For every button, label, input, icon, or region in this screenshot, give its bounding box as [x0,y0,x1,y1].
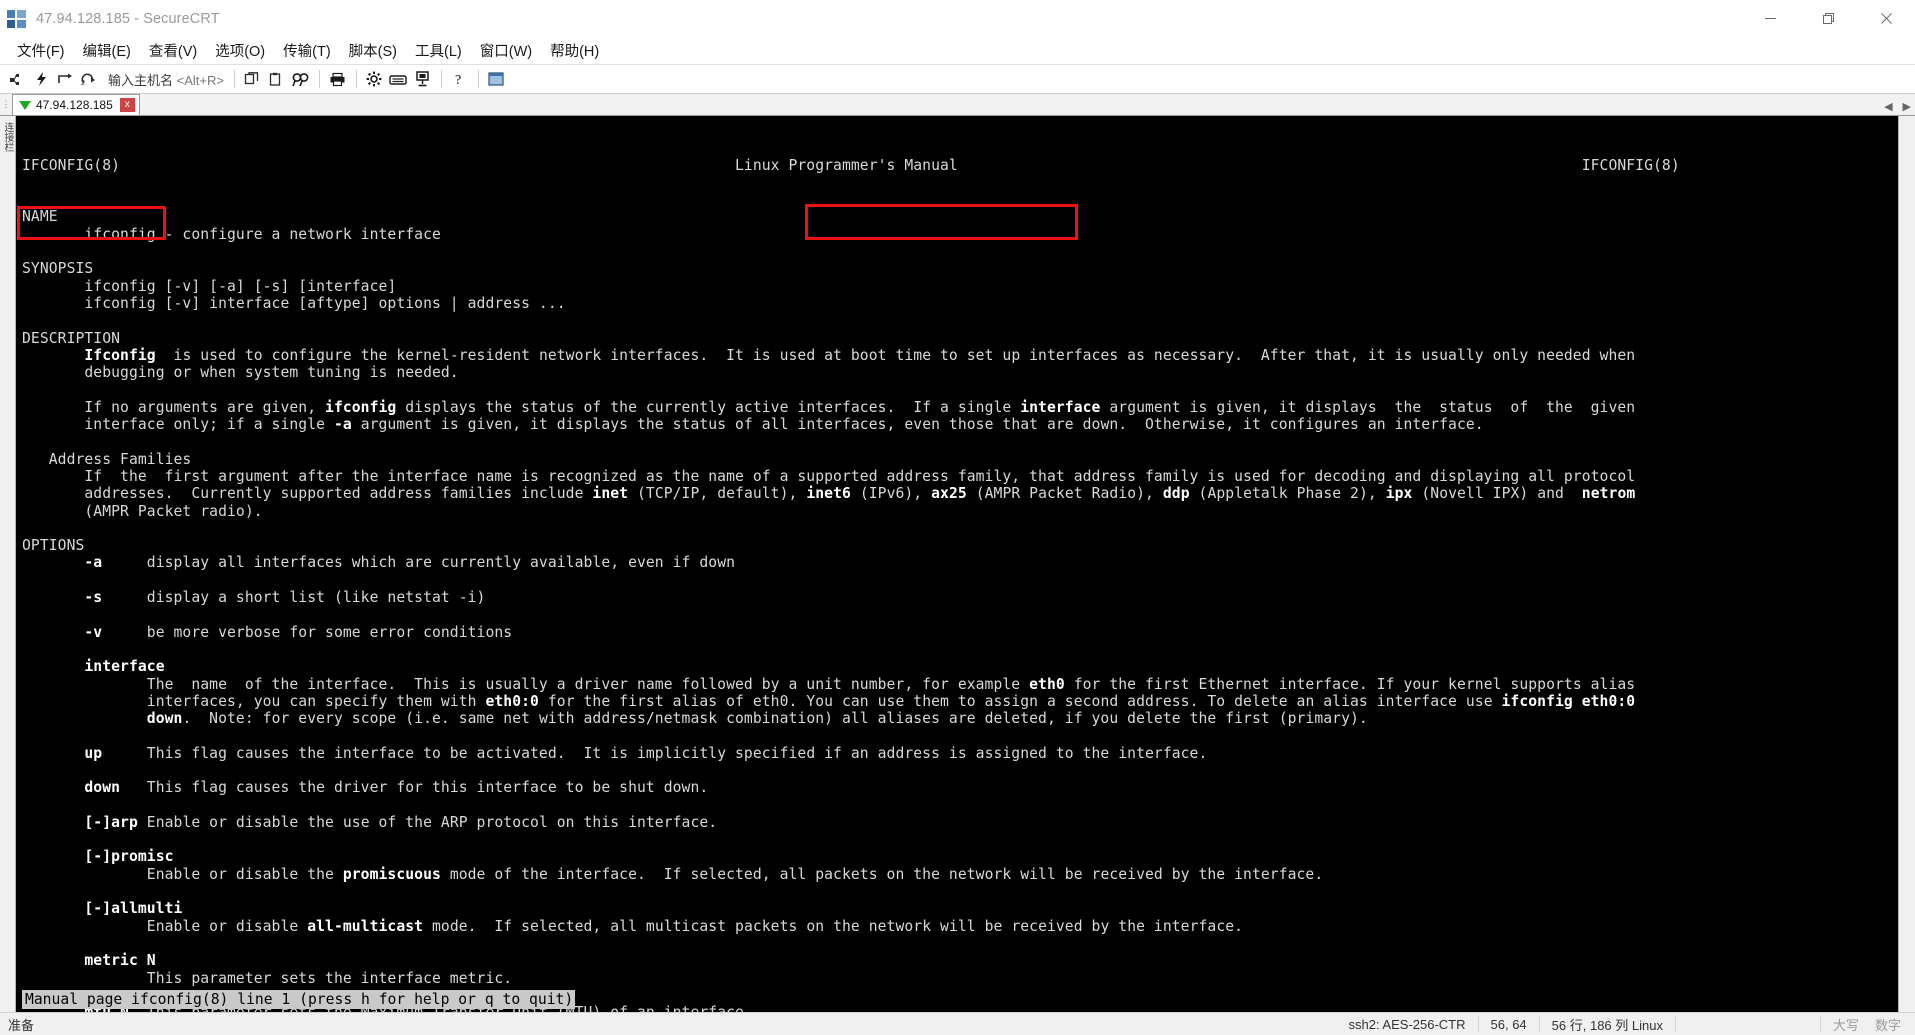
tab-strip: ⋮ 47.94.128.185 x ◀ ▶ [0,94,1915,116]
host-input-label: 输入主机名 [108,72,174,88]
reconnect-all-icon[interactable]: 2 [78,68,101,91]
session-manager-sidebar[interactable]: 连接栏 [0,116,16,1012]
keymap-icon[interactable] [387,68,410,91]
session-tab[interactable]: 47.94.128.185 x [12,94,140,115]
terminal-screen[interactable]: IFCONFIG(8) Linux Programmer's Manual IF… [16,116,1898,1012]
session-tab-label: 47.94.128.185 [36,98,113,112]
terminal-area: 连接栏 IFCONFIG(8) Linux Programmer's Manua… [0,116,1915,1012]
securecrt-app-icon [7,9,27,29]
status-caps-lock: 大写 [1819,1016,1871,1033]
log-session-icon[interactable] [411,68,434,91]
menu-file[interactable]: 文件(F) [8,38,74,64]
close-button[interactable] [1857,0,1915,37]
securecrt-window: 47.94.128.185 - SecureCRT 文件(F) 编辑(E) 查看… [0,0,1915,1035]
toolbar-separator-3 [355,70,357,88]
print-icon[interactable] [326,68,349,91]
minimize-button[interactable] [1741,0,1799,37]
host-input[interactable]: 输入主机名 <Alt+R> [108,70,224,89]
help-icon[interactable]: ? [448,68,471,91]
tab-strip-grip: ⋮ [0,94,12,115]
paste-icon[interactable] [265,68,288,91]
menu-script[interactable]: 脚本(S) [340,38,406,64]
menu-tools[interactable]: 工具(L) [406,38,471,64]
menu-window[interactable]: 窗口(W) [471,38,541,64]
status-spacer [1674,1016,1820,1032]
status-bar: 准备 ssh2: AES-256-CTR 56, 64 56 行, 186 列 … [0,1012,1915,1035]
man-body: NAME ifconfig - configure a network inte… [22,208,1636,1012]
reconnect-icon[interactable] [54,68,77,91]
terminal-text: IFCONFIG(8) Linux Programmer's Manual IF… [16,116,1898,1012]
toolbar-separator-1 [233,70,235,88]
toolbar-separator-5 [477,70,479,88]
status-terminal-size: 56 行, 186 列 Linux [1538,1016,1675,1033]
menu-help[interactable]: 帮助(H) [541,38,608,64]
tab-strip-scroll-controls: ◀ ▶ [1884,100,1911,113]
svg-text:?: ? [455,73,461,87]
new-session-icon[interactable] [6,68,29,91]
menu-transfer[interactable]: 传输(T) [274,38,340,64]
status-ready: 准备 [8,1017,35,1033]
menu-bar: 文件(F) 编辑(E) 查看(V) 选项(O) 传输(T) 脚本(S) 工具(L… [0,37,1915,65]
tab-close-icon[interactable]: x [119,98,135,112]
less-status-line: Manual page ifconfig(8) line 1 (press h … [22,990,576,1009]
session-manager-label: 连接栏 [2,122,13,152]
host-input-hint: <Alt+R> [176,72,224,88]
svg-text:2: 2 [81,80,85,87]
menu-options[interactable]: 选项(O) [206,38,274,64]
status-protocol: ssh2: AES-256-CTR [1348,1016,1466,1032]
toolbar-separator-4 [440,70,442,88]
toolbar: 2 输入主机名 <Alt+R> ? [0,65,1915,94]
maximize-button[interactable] [1799,0,1857,37]
tile-icon[interactable] [485,68,508,91]
tab-scroll-left-icon[interactable]: ◀ [1884,100,1892,113]
menu-edit[interactable]: 编辑(E) [74,38,140,64]
status-cursor-position: 56, 64 [1477,1016,1539,1032]
man-header-row: IFCONFIG(8) Linux Programmer's Manual IF… [22,156,1680,174]
status-num-lock: 数字 [1874,1017,1901,1033]
session-options-icon[interactable] [363,68,386,91]
menu-view[interactable]: 查看(V) [140,38,206,64]
toolbar-separator-2 [318,70,320,88]
tab-scroll-right-icon[interactable]: ▶ [1903,100,1911,113]
copy-icon[interactable] [241,68,264,91]
window-controls [1741,0,1915,37]
title-bar: 47.94.128.185 - SecureCRT [0,0,1915,37]
terminal-scrollbar[interactable] [1898,116,1915,1012]
window-title: 47.94.128.185 - SecureCRT [36,10,220,27]
find-icon[interactable] [289,68,312,91]
quick-connect-icon[interactable] [30,68,53,91]
connected-green-arrow-icon [19,100,31,110]
